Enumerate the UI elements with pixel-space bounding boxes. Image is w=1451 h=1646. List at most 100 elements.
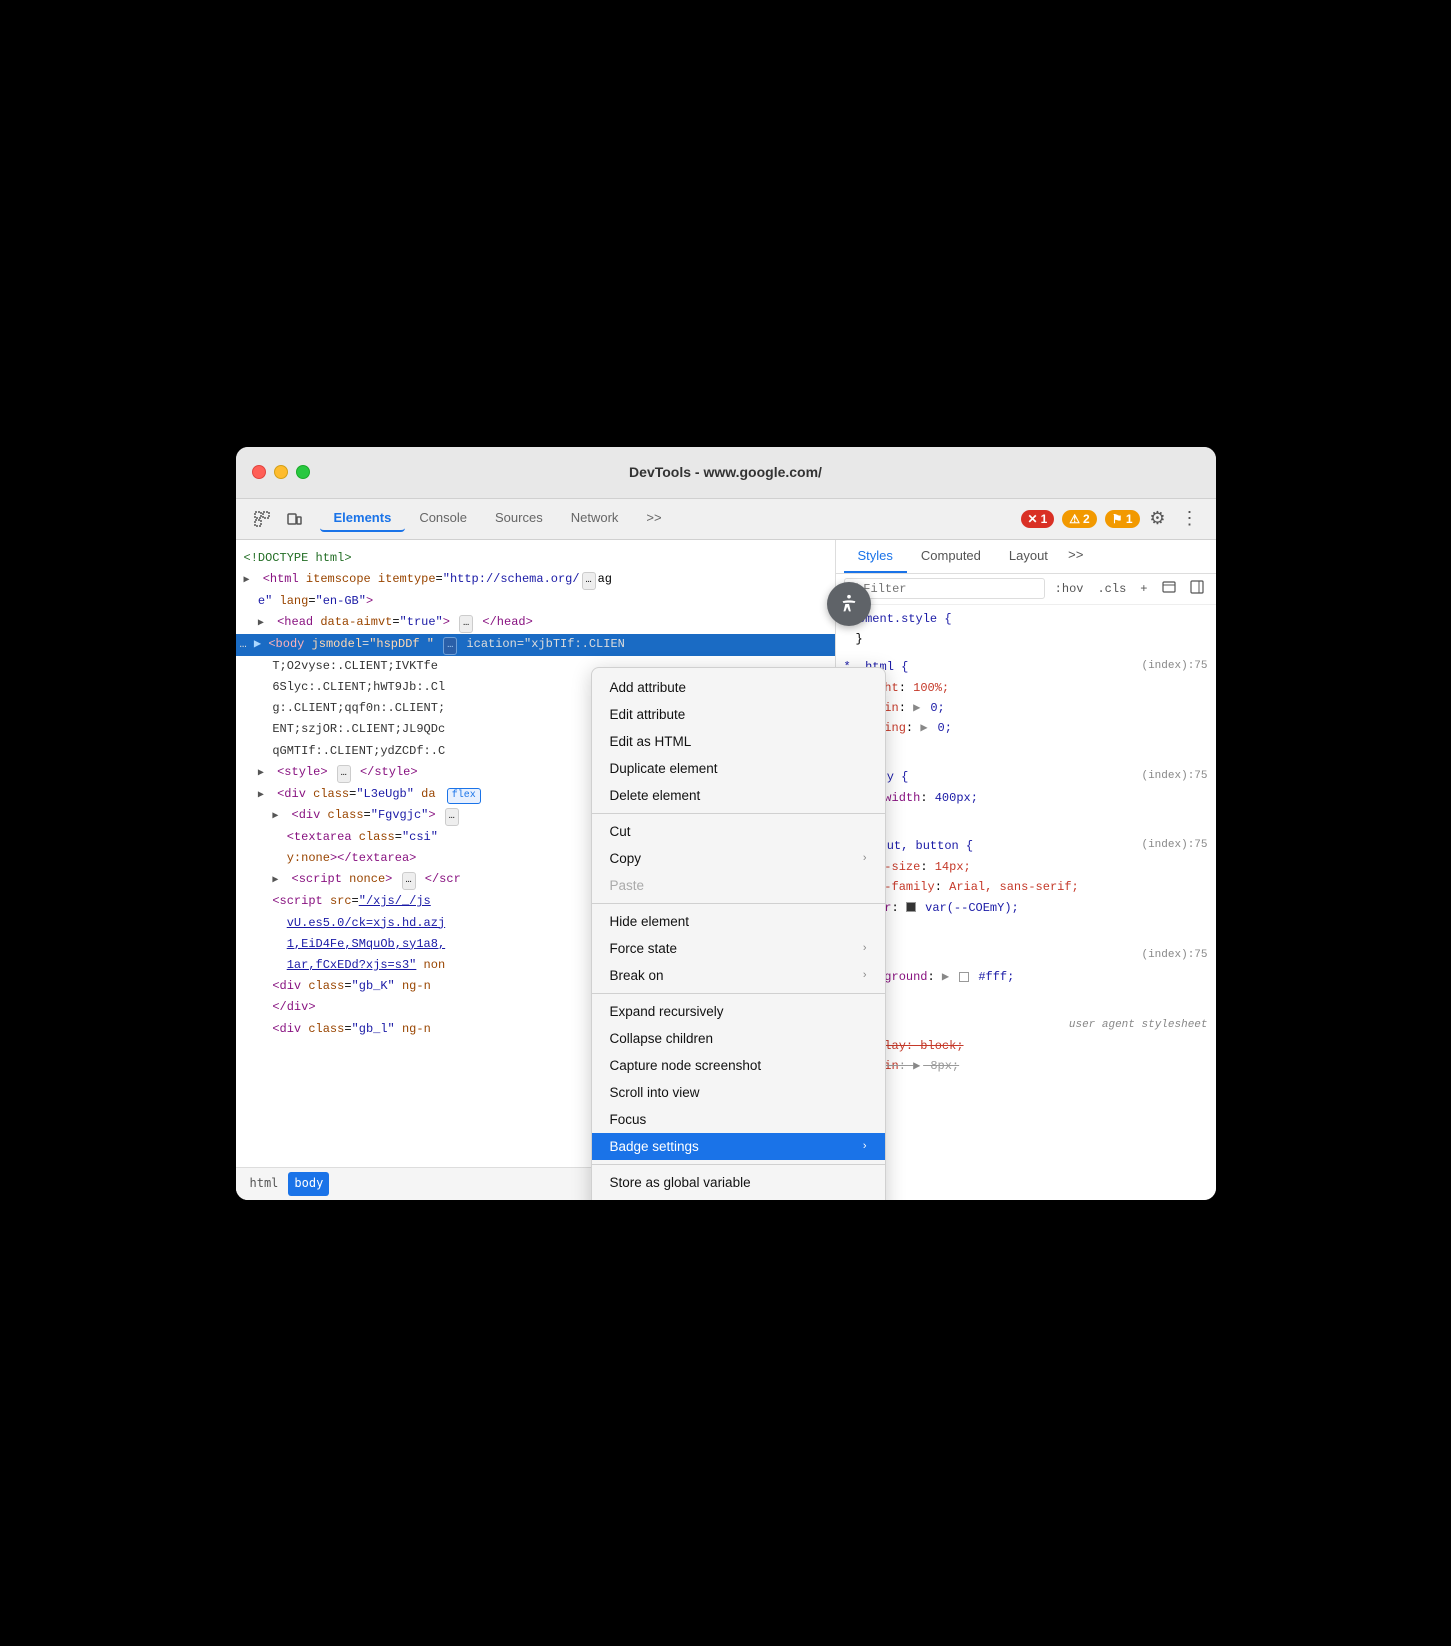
- menu-expand-recursively[interactable]: Expand recursively: [592, 998, 885, 1025]
- breadcrumb-html[interactable]: html: [244, 1172, 285, 1195]
- menu-ask-ai[interactable]: Ask AI: [592, 1196, 885, 1200]
- filter-input[interactable]: [863, 582, 1037, 596]
- warning-badge[interactable]: ⚠ 2: [1062, 510, 1096, 528]
- menu-break-on[interactable]: Break on ›: [592, 962, 885, 989]
- style-prop-line: font-family: Arial, sans-serif;: [844, 877, 1208, 897]
- style-close: }: [844, 987, 1208, 1007]
- new-rule-button[interactable]: [1158, 578, 1180, 600]
- menu-force-state[interactable]: Force state ›: [592, 935, 885, 962]
- menu-cut[interactable]: Cut: [592, 818, 885, 845]
- inspect-icon[interactable]: [248, 505, 276, 533]
- color-swatch: [906, 902, 916, 912]
- style-block: *, input, button { (index):75 font-size:…: [844, 836, 1208, 938]
- styles-panel: Styles Computed Layout >> ⊻ :hov .cls +: [836, 540, 1216, 1200]
- tab-more[interactable]: >>: [632, 505, 675, 532]
- menu-separator: [592, 993, 885, 994]
- tab-sources[interactable]: Sources: [481, 505, 557, 532]
- toolbar: Elements Console Sources Network >> ✕ 1 …: [236, 499, 1216, 540]
- close-button[interactable]: [252, 465, 266, 479]
- color-swatch: [959, 972, 969, 982]
- menu-paste: Paste: [592, 872, 885, 899]
- tab-network[interactable]: Network: [557, 505, 633, 532]
- minimize-button[interactable]: [274, 465, 288, 479]
- tab-layout[interactable]: Layout: [995, 540, 1062, 573]
- settings-icon[interactable]: ⚙: [1144, 505, 1172, 533]
- style-close: }: [844, 739, 1208, 759]
- info-badge[interactable]: ⚑ 1: [1105, 510, 1140, 528]
- warning-icon: ⚠: [1069, 512, 1080, 526]
- breadcrumb-body[interactable]: body: [288, 1172, 329, 1195]
- style-block: *, html { (index):75 height: 100%; margi…: [844, 657, 1208, 759]
- styles-content: element.style { } *, html { (index):75 h…: [836, 605, 1216, 1110]
- style-close: }: [844, 1077, 1208, 1097]
- style-selector-line: *, input, button { (index):75: [844, 836, 1208, 856]
- menu-duplicate-element[interactable]: Duplicate element: [592, 755, 885, 782]
- tab-console[interactable]: Console: [405, 505, 481, 532]
- style-close: }: [844, 918, 1208, 938]
- sidebar-style-button[interactable]: [1186, 578, 1208, 600]
- style-selector-line: * { (index):75: [844, 946, 1208, 966]
- menu-separator: [592, 813, 885, 814]
- toolbar-tabs: Elements Console Sources Network >>: [320, 505, 676, 532]
- style-selector-line: * { user agent stylesheet: [844, 1016, 1208, 1036]
- menu-edit-as-html[interactable]: Edit as HTML: [592, 728, 885, 755]
- dom-line[interactable]: <!DOCTYPE html>: [236, 548, 835, 569]
- style-block: * { (index):75 background: ▶ #fff; }: [844, 946, 1208, 1007]
- dom-line[interactable]: ▶ <head data-aimvt="true"> … </head>: [236, 612, 835, 634]
- flex-badge[interactable]: flex: [447, 788, 481, 804]
- menu-capture-screenshot[interactable]: Capture node screenshot: [592, 1052, 885, 1079]
- style-prop-line: background: ▶ #fff;: [844, 967, 1208, 987]
- style-prop-line: padding: ▶ 0;: [844, 718, 1208, 738]
- style-prop-line: min-width: 400px;: [844, 788, 1208, 808]
- menu-delete-element[interactable]: Delete element: [592, 782, 885, 809]
- submenu-arrow: ›: [863, 852, 867, 864]
- hov-button[interactable]: :hov: [1051, 580, 1088, 598]
- style-prop-line: display: block;: [844, 1036, 1208, 1056]
- accessibility-icon[interactable]: [827, 582, 871, 626]
- style-block: *, body { (index):75 min-width: 400px; }: [844, 767, 1208, 828]
- toolbar-badges: ✕ 1 ⚠ 2 ⚑ 1: [1021, 510, 1140, 528]
- error-icon: ✕: [1028, 512, 1038, 526]
- add-style-button[interactable]: +: [1136, 580, 1151, 598]
- titlebar: DevTools - www.google.com/: [236, 447, 1216, 499]
- menu-scroll-into-view[interactable]: Scroll into view: [592, 1079, 885, 1106]
- tab-styles[interactable]: Styles: [844, 540, 907, 573]
- style-close: }: [844, 629, 1208, 649]
- context-menu: Add attribute Edit attribute Edit as HTM…: [591, 667, 886, 1200]
- menu-copy[interactable]: Copy ›: [592, 845, 885, 872]
- style-selector-line: element.style {: [844, 609, 1208, 629]
- menu-separator: [592, 903, 885, 904]
- device-toggle-icon[interactable]: [280, 505, 308, 533]
- style-prop-line: margin: ▶ 0;: [844, 698, 1208, 718]
- menu-focus[interactable]: Focus: [592, 1106, 885, 1133]
- dom-line-selected[interactable]: … ▶ <body jsmodel="hspDDf " … ication="x…: [236, 634, 835, 656]
- menu-store-global[interactable]: Store as global variable: [592, 1169, 885, 1196]
- styles-tabs: Styles Computed Layout >>: [836, 540, 1216, 574]
- menu-add-attribute[interactable]: Add attribute: [592, 674, 885, 701]
- maximize-button[interactable]: [296, 465, 310, 479]
- cls-button[interactable]: .cls: [1093, 580, 1130, 598]
- tab-elements[interactable]: Elements: [320, 505, 406, 532]
- menu-collapse-children[interactable]: Collapse children: [592, 1025, 885, 1052]
- menu-edit-attribute[interactable]: Edit attribute: [592, 701, 885, 728]
- dom-line[interactable]: ▶ <html itemscope itemtype="http://schem…: [236, 569, 835, 591]
- error-badge[interactable]: ✕ 1: [1021, 510, 1055, 528]
- filter-box: ⊻: [844, 578, 1045, 599]
- devtools-window: DevTools - www.google.com/ Elements Cons…: [236, 447, 1216, 1200]
- menu-hide-element[interactable]: Hide element: [592, 908, 885, 935]
- tab-computed[interactable]: Computed: [907, 540, 995, 573]
- style-selector-line: *, html { (index):75: [844, 657, 1208, 677]
- style-block: * { user agent stylesheet display: block…: [844, 1016, 1208, 1098]
- submenu-arrow: ›: [863, 969, 867, 981]
- info-icon: ⚑: [1112, 512, 1123, 526]
- submenu-arrow: ›: [863, 1140, 867, 1152]
- style-close: }: [844, 808, 1208, 828]
- menu-badge-settings[interactable]: Badge settings ›: [592, 1133, 885, 1160]
- style-prop-line: color: var(--COEmY);: [844, 898, 1208, 918]
- style-block: element.style { }: [844, 609, 1208, 650]
- traffic-lights: [252, 465, 310, 479]
- dom-line[interactable]: e" lang="en-GB">: [236, 591, 835, 612]
- submenu-arrow: ›: [863, 942, 867, 954]
- tab-more-styles[interactable]: >>: [1062, 540, 1090, 573]
- more-options-icon[interactable]: ⋮: [1176, 505, 1204, 533]
